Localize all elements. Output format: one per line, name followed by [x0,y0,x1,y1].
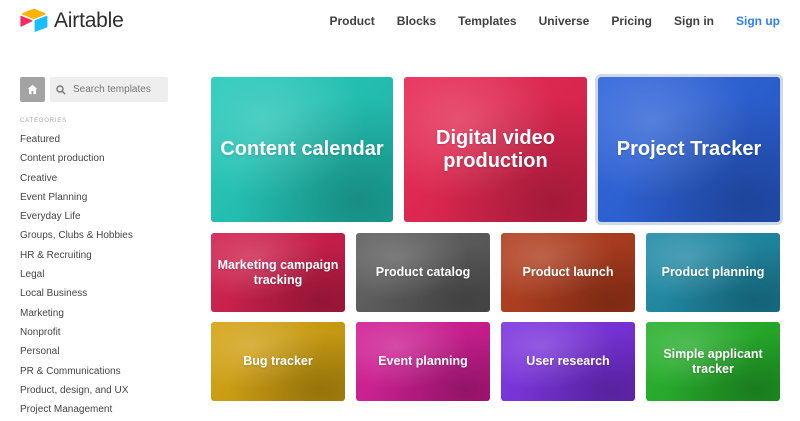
template-card-product-planning[interactable]: Product planning [646,233,780,312]
nav-universe[interactable]: Universe [539,14,590,28]
nav-pricing[interactable]: Pricing [611,14,652,28]
category-item-creative[interactable]: Creative [20,169,170,188]
template-card-title: Project Tracker [616,138,762,160]
category-item-content-production[interactable]: Content production [20,149,170,168]
template-card-digital-video-production[interactable]: Digital video production [404,77,587,222]
template-card-project-tracker[interactable]: Project Tracker [598,77,780,222]
template-sidebar: CATEGORIES Featured Content production C… [20,77,170,419]
category-item-local-business[interactable]: Local Business [20,284,170,303]
nav-sign-up[interactable]: Sign up [736,14,780,28]
home-button[interactable] [20,77,45,102]
template-card-title: Product launch [522,265,614,280]
category-item-legal[interactable]: Legal [20,265,170,284]
home-icon [27,84,38,95]
main-nav: Product Blocks Templates Universe Pricin… [307,14,780,28]
template-card-title: Content calendar [220,138,384,160]
airtable-logo-icon [20,8,48,32]
category-item-nonprofit[interactable]: Nonprofit [20,323,170,342]
template-card-event-planning[interactable]: Event planning [356,322,490,401]
category-item-everyday-life[interactable]: Everyday Life [20,207,170,226]
category-item-pr-communications[interactable]: PR & Communications [20,362,170,381]
template-card-title: Simple applicant tracker [663,347,763,376]
nav-templates[interactable]: Templates [458,14,516,28]
category-item-groups-clubs-hobbies[interactable]: Groups, Clubs & Hobbies [20,226,170,245]
category-item-personal[interactable]: Personal [20,342,170,361]
template-card-content-calendar[interactable]: Content calendar [211,77,393,222]
template-card-title: Event planning [378,354,468,369]
category-list: Featured Content production Creative Eve… [20,130,170,419]
template-card-title: Bug tracker [243,354,313,369]
search-input[interactable] [73,84,168,95]
category-item-featured[interactable]: Featured [20,130,170,149]
template-card-bug-tracker[interactable]: Bug tracker [211,322,345,401]
template-card-title: User research [526,354,610,369]
category-item-product-design-ux[interactable]: Product, design, and UX [20,381,170,400]
category-item-marketing[interactable]: Marketing [20,304,170,323]
categories-heading: CATEGORIES [20,118,67,124]
template-card-title: Product planning [661,265,765,280]
template-card-title: Digital video production [436,126,555,172]
logo-text: Airtable [54,9,124,32]
nav-product[interactable]: Product [329,14,374,28]
template-card-user-research[interactable]: User research [501,322,635,401]
category-item-hr-recruiting[interactable]: HR & Recruiting [20,246,170,265]
template-card-title: Marketing campaign tracking [217,258,339,287]
airtable-logo[interactable]: Airtable [20,8,124,34]
nav-blocks[interactable]: Blocks [397,14,436,28]
top-header: Airtable Product Blocks Templates Univer… [0,0,800,44]
template-card-product-catalog[interactable]: Product catalog [356,233,490,312]
search-icon [56,84,66,95]
template-card-simple-applicant-tracker[interactable]: Simple applicant tracker [646,322,780,401]
template-card-marketing-campaign-tracking[interactable]: Marketing campaign tracking [211,233,345,312]
template-card-title: Product catalog [375,265,471,280]
category-item-event-planning[interactable]: Event Planning [20,188,170,207]
search-box[interactable] [50,77,168,102]
category-item-project-management[interactable]: Project Management [20,400,170,419]
template-card-product-launch[interactable]: Product launch [501,233,635,312]
nav-sign-in[interactable]: Sign in [674,14,714,28]
search-row [20,77,170,102]
